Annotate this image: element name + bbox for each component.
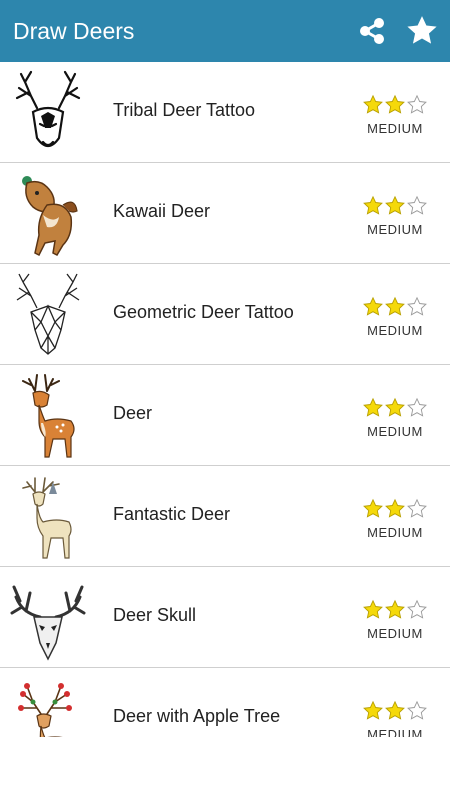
item-title: Geometric Deer Tattoo — [113, 302, 294, 322]
difficulty-rating: MEDIUM — [360, 498, 430, 540]
list-item[interactable]: Tribal Deer Tattoo MEDIUM — [0, 62, 450, 163]
difficulty-rating: MEDIUM — [360, 599, 430, 641]
difficulty-label: MEDIUM — [367, 727, 423, 737]
drawing-list[interactable]: Tribal Deer Tattoo MEDIUM Kawaii Deer ME… — [0, 62, 450, 737]
difficulty-rating: MEDIUM — [360, 296, 430, 338]
difficulty-label: MEDIUM — [367, 323, 423, 338]
list-item[interactable]: Geometric Deer Tattoo MEDIUM — [0, 264, 450, 365]
star-filled-icon — [385, 195, 405, 215]
share-button[interactable] — [352, 11, 392, 51]
list-item[interactable]: Deer Skull MEDIUM — [0, 567, 450, 668]
share-icon — [360, 18, 384, 44]
favorites-button[interactable] — [402, 11, 442, 51]
star-empty-icon — [407, 700, 427, 720]
star-empty-icon — [407, 498, 427, 518]
star-empty-icon — [407, 94, 427, 114]
star-filled-icon — [385, 599, 405, 619]
star-rating — [360, 94, 430, 116]
kawaii-deer-icon — [8, 168, 88, 260]
app-bar: Draw Deers — [0, 0, 450, 62]
tribal-deer-icon — [8, 67, 88, 159]
item-title: Deer with Apple Tree — [113, 706, 281, 726]
star-empty-icon — [407, 599, 427, 619]
list-item[interactable]: Deer MEDIUM — [0, 365, 450, 466]
deer-skull-icon — [8, 572, 88, 664]
app-title: Draw Deers — [13, 17, 135, 44]
star-filled-icon — [363, 94, 383, 114]
star-filled-icon — [385, 397, 405, 417]
item-title: Kawaii Deer — [113, 201, 211, 221]
difficulty-label: MEDIUM — [367, 626, 423, 641]
star-filled-icon — [385, 296, 405, 316]
bottom-blank-area — [0, 737, 450, 800]
star-rating — [360, 397, 430, 419]
item-title: Deer Skull — [113, 605, 197, 625]
star-filled-icon — [363, 296, 383, 316]
difficulty-rating: MEDIUM — [360, 94, 430, 136]
fantastic-deer-icon — [8, 471, 88, 563]
star-filled-icon — [363, 498, 383, 518]
deer-icon — [8, 370, 88, 462]
geometric-deer-icon — [8, 269, 88, 361]
difficulty-label: MEDIUM — [367, 222, 423, 237]
star-empty-icon — [407, 195, 427, 215]
star-filled-icon — [385, 94, 405, 114]
star-rating — [360, 195, 430, 217]
list-item[interactable]: Deer with Apple Tree MEDIUM — [0, 668, 450, 737]
list-item[interactable]: Kawaii Deer MEDIUM — [0, 163, 450, 264]
item-title: Deer — [113, 403, 153, 423]
star-filled-icon — [385, 700, 405, 720]
list-item[interactable]: Fantastic Deer MEDIUM — [0, 466, 450, 567]
difficulty-label: MEDIUM — [367, 121, 423, 136]
difficulty-label: MEDIUM — [367, 525, 423, 540]
star-rating — [360, 296, 430, 318]
difficulty-rating: MEDIUM — [360, 700, 430, 737]
star-rating — [360, 599, 430, 621]
star-filled-icon — [363, 195, 383, 215]
star-filled-icon — [363, 599, 383, 619]
star-filled-icon — [363, 397, 383, 417]
star-filled-icon — [363, 700, 383, 720]
star-empty-icon — [407, 397, 427, 417]
star-filled-icon — [385, 498, 405, 518]
star-icon — [407, 16, 437, 44]
item-title: Tribal Deer Tattoo — [113, 100, 256, 120]
difficulty-rating: MEDIUM — [360, 397, 430, 439]
item-title: Fantastic Deer — [113, 504, 231, 524]
star-rating — [360, 498, 430, 520]
star-rating — [360, 700, 430, 722]
star-empty-icon — [407, 296, 427, 316]
apple-tree-deer-icon — [8, 673, 88, 737]
difficulty-label: MEDIUM — [367, 424, 423, 439]
difficulty-rating: MEDIUM — [360, 195, 430, 237]
